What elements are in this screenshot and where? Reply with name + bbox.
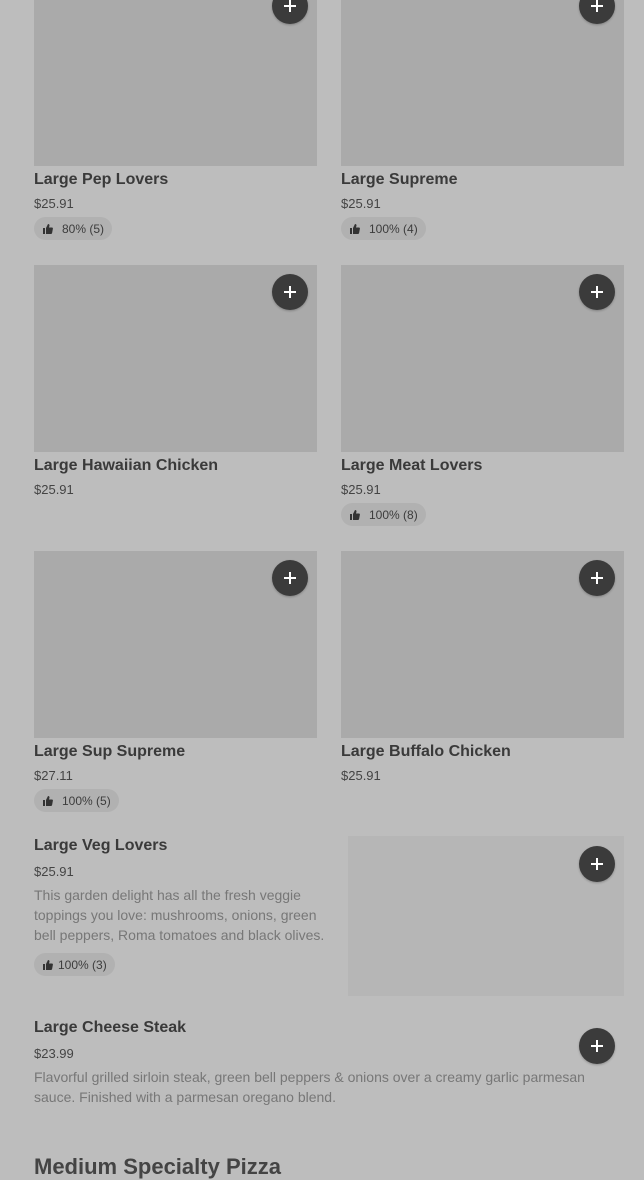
add-item-button[interactable] <box>579 560 615 596</box>
add-item-button[interactable] <box>272 560 308 596</box>
item-name[interactable]: Large Buffalo Chicken <box>341 743 511 761</box>
item-price: $25.91 <box>341 482 381 497</box>
add-item-button[interactable] <box>579 274 615 310</box>
rating-badge: 100% (4) <box>341 217 426 240</box>
thumbs-up-icon <box>43 795 53 806</box>
rating-text: 100% (3) <box>58 957 107 972</box>
plus-icon <box>284 286 296 298</box>
thumbs-up-icon <box>43 223 53 234</box>
rating-text: 100% (8) <box>369 507 418 522</box>
item-name[interactable]: Large Pep Lovers <box>34 171 168 189</box>
item-description: This garden delight has all the fresh ve… <box>34 887 325 943</box>
plus-icon <box>284 572 296 584</box>
item-price: $25.91 <box>341 196 381 211</box>
add-item-button[interactable] <box>272 274 308 310</box>
section-heading: Medium Specialty Pizza <box>34 1154 281 1179</box>
item-price: $25.91 <box>34 196 74 211</box>
rating-badge: 100% (3) <box>34 953 115 976</box>
thumbs-up-icon <box>43 959 53 970</box>
plus-icon <box>591 1040 603 1052</box>
item-name[interactable]: Large Cheese Steak <box>34 1019 186 1037</box>
item-price: $25.91 <box>34 482 74 497</box>
item-name[interactable]: Large Sup Supreme <box>34 743 185 761</box>
rating-text: 100% (5) <box>62 793 111 808</box>
add-item-button[interactable] <box>579 1028 615 1064</box>
plus-icon <box>284 0 296 12</box>
rating-badge: 80% (5) <box>34 217 113 240</box>
plus-icon <box>591 572 603 584</box>
rating-text: 100% (4) <box>369 221 418 236</box>
rating-badge: 100% (8) <box>341 503 426 526</box>
item-name[interactable]: Large Veg Lovers <box>34 837 167 855</box>
plus-icon <box>591 858 603 870</box>
item-image[interactable] <box>34 0 317 166</box>
item-image[interactable] <box>341 0 624 166</box>
item-name[interactable]: Large Meat Lovers <box>341 457 482 475</box>
item-name[interactable]: Large Supreme <box>341 171 457 189</box>
thumbs-up-icon <box>350 223 360 234</box>
rating-badge: 100% (5) <box>34 789 119 812</box>
add-item-button[interactable] <box>579 846 615 882</box>
item-name[interactable]: Large Hawaiian Chicken <box>34 457 218 475</box>
item-price: $25.91 <box>34 864 74 879</box>
item-price: $23.99 <box>34 1046 74 1061</box>
plus-icon <box>591 0 603 12</box>
plus-icon <box>591 286 603 298</box>
item-description: Flavorful grilled sirloin steak, green b… <box>34 1069 585 1105</box>
item-price: $27.11 <box>34 768 73 783</box>
item-price: $25.91 <box>341 768 381 783</box>
thumbs-up-icon <box>350 509 360 520</box>
rating-text: 80% (5) <box>62 221 105 236</box>
